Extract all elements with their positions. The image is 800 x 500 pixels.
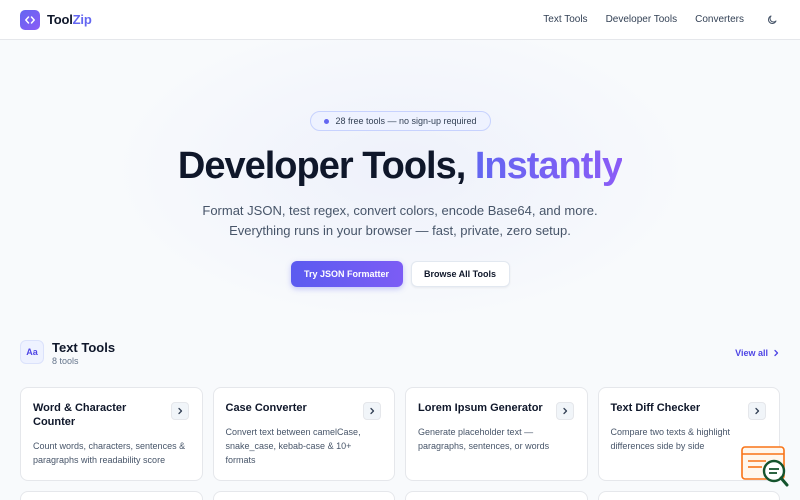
nav-links: Text Tools Developer Tools Converters bbox=[543, 12, 780, 28]
nav-link-text-tools[interactable]: Text Tools bbox=[543, 14, 587, 25]
tool-card[interactable] bbox=[20, 491, 203, 500]
text-tools-section-header: Aa Text Tools 8 tools View all bbox=[20, 340, 780, 368]
hero-title-plain: Developer Tools, bbox=[177, 145, 475, 187]
moon-icon[interactable] bbox=[764, 12, 780, 28]
chevron-right-icon bbox=[774, 349, 779, 357]
card-description: Generate placeholder text — paragraphs, … bbox=[418, 427, 550, 451]
tool-cards: Word & Character Counter Count words, ch… bbox=[20, 387, 780, 481]
tool-card[interactable] bbox=[597, 491, 780, 500]
card-title: Lorem Ipsum Generator bbox=[418, 402, 543, 414]
view-all-link[interactable]: View all bbox=[735, 348, 780, 358]
card-description: Count words, characters, sentences & par… bbox=[33, 441, 186, 465]
section-title: Text Tools bbox=[52, 340, 116, 355]
tool-card[interactable] bbox=[212, 491, 395, 500]
brand-name-part2: Zip bbox=[72, 12, 92, 27]
chevron-right-icon bbox=[170, 402, 189, 420]
badge-text: 28 free tools — no sign-up required bbox=[335, 116, 477, 126]
card-description: Convert text between camelCase, snake_ca… bbox=[225, 427, 361, 465]
dot-icon bbox=[324, 118, 330, 124]
brand-name-part1: Tool bbox=[47, 12, 73, 27]
brand-name: ToolZip bbox=[47, 12, 92, 27]
card-title: Text Diff Checker bbox=[610, 402, 701, 414]
chevron-right-icon bbox=[748, 402, 766, 420]
card-title: Word & Character Counter bbox=[33, 402, 127, 428]
top-nav: ToolZip Text Tools Developer Tools Conve… bbox=[0, 0, 800, 40]
section-count: 8 tools bbox=[52, 356, 79, 366]
nav-link-converters[interactable]: Converters bbox=[695, 14, 744, 25]
code-brackets-icon bbox=[20, 9, 40, 30]
tool-card-case-converter[interactable]: Case Converter Convert text between came… bbox=[212, 387, 395, 481]
browse-all-tools-button[interactable]: Browse All Tools bbox=[410, 261, 510, 287]
free-tools-badge: 28 free tools — no sign-up required bbox=[310, 111, 491, 131]
tool-cards-row2 bbox=[20, 491, 780, 500]
chevron-right-icon bbox=[555, 402, 574, 420]
tool-card-word-counter[interactable]: Word & Character Counter Count words, ch… bbox=[20, 387, 203, 481]
hero-subtitle-line2: Everything runs in your browser — fast, … bbox=[229, 223, 571, 238]
view-all-label: View all bbox=[735, 348, 768, 358]
chevron-right-icon bbox=[363, 402, 381, 420]
hero-title-accent: Instantly bbox=[474, 145, 623, 187]
try-json-formatter-button[interactable]: Try JSON Formatter bbox=[290, 261, 403, 287]
cta-row: Try JSON Formatter Browse All Tools bbox=[0, 261, 800, 287]
hero-subtitle-line1: Format JSON, test regex, convert colors,… bbox=[202, 203, 598, 218]
brand[interactable]: ToolZip bbox=[20, 9, 92, 30]
card-title: Case Converter bbox=[225, 402, 307, 414]
text-tools-icon: Aa bbox=[20, 340, 44, 364]
hero-title: Developer Tools, Instantly bbox=[0, 145, 800, 188]
chat-search-icon[interactable] bbox=[740, 445, 792, 489]
tool-card[interactable] bbox=[405, 491, 588, 500]
tool-card-lorem-ipsum[interactable]: Lorem Ipsum Generator Generate placehold… bbox=[405, 387, 588, 481]
nav-link-developer-tools[interactable]: Developer Tools bbox=[606, 14, 678, 25]
